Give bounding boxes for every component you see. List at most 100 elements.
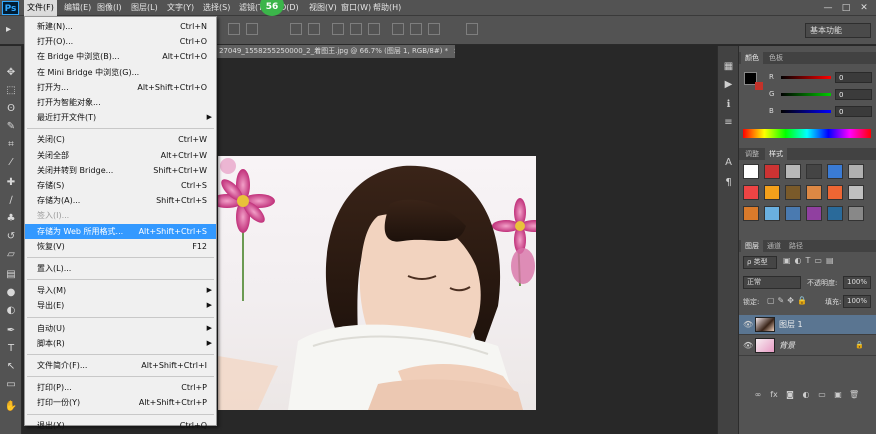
distribute-hcenter-icon[interactable] <box>410 23 422 35</box>
file-menu-item[interactable]: 脚本(R) ▶ <box>25 336 216 351</box>
style-swatch[interactable] <box>743 185 759 200</box>
distribute-bottom-icon[interactable] <box>368 23 380 35</box>
tab-paths[interactable]: 路径 <box>785 240 807 252</box>
align-vcenter-icon[interactable] <box>308 23 320 35</box>
style-swatch[interactable] <box>848 185 864 200</box>
history-brush-tool-icon[interactable]: ↺ <box>4 230 18 243</box>
file-menu-item[interactable]: 打印(P)... Ctrl+P <box>25 380 216 395</box>
eyedropper-tool-icon[interactable]: ⁄ <box>4 156 18 169</box>
hand-tool-icon[interactable]: ✋ <box>4 400 18 413</box>
marquee-tool-icon[interactable]: ⬚ <box>4 84 18 97</box>
crop-tool-icon[interactable]: ⌗ <box>4 138 18 151</box>
file-menu-item[interactable]: 导入(M) ▶ <box>25 283 216 298</box>
file-menu-item[interactable]: 文件简介(F)... Alt+Shift+Ctrl+I <box>25 358 216 373</box>
menu-9[interactable]: 窗口(W) <box>338 0 374 16</box>
paragraph-panel-icon[interactable]: ¶ <box>722 176 735 189</box>
path-select-tool-icon[interactable]: ↖ <box>4 360 18 373</box>
fill-input[interactable]: 100% <box>843 295 871 308</box>
new-layer-icon[interactable]: ▣ <box>833 390 843 400</box>
document-image[interactable] <box>218 156 536 410</box>
file-menu-item[interactable]: 新建(N)... Ctrl+N <box>25 19 216 34</box>
file-menu-item[interactable]: 签入(I)... <box>25 208 216 223</box>
file-menu-item[interactable]: 打开为智能对象... <box>25 95 216 110</box>
type-tool-icon[interactable]: T <box>4 342 18 355</box>
style-swatch[interactable] <box>785 206 801 221</box>
layer-style-icon[interactable]: fx <box>769 390 779 400</box>
actions-panel-icon[interactable]: ▶ <box>722 78 735 91</box>
lasso-tool-icon[interactable]: ʘ <box>4 102 18 115</box>
tab-color[interactable]: 颜色 <box>741 52 763 64</box>
opacity-input[interactable]: 100% <box>843 276 871 289</box>
distribute-left-icon[interactable] <box>392 23 404 35</box>
menu-4[interactable]: 文字(Y) <box>164 0 197 16</box>
distribute-right-icon[interactable] <box>428 23 440 35</box>
style-swatch[interactable] <box>848 164 864 179</box>
style-swatch[interactable] <box>806 164 822 179</box>
slider-b[interactable] <box>781 110 831 113</box>
clone-stamp-tool-icon[interactable]: ♣ <box>4 212 18 225</box>
properties-panel-icon[interactable]: ≡ <box>722 116 735 129</box>
slider-r[interactable] <box>781 76 831 79</box>
eye-icon[interactable]: 👁 <box>743 315 753 335</box>
auto-align-icon[interactable] <box>466 23 478 35</box>
link-layers-icon[interactable]: ∞ <box>753 390 763 400</box>
file-menu-item[interactable]: 置入(L)... <box>25 261 216 276</box>
eraser-tool-icon[interactable]: ▱ <box>4 248 18 261</box>
adjustment-layer-icon[interactable]: ◐ <box>801 390 811 400</box>
delete-layer-icon[interactable]: 🗑 <box>849 390 859 400</box>
shape-tool-icon[interactable]: ▭ <box>4 378 18 391</box>
document-tab-close-icon[interactable]: × <box>453 47 455 55</box>
style-swatch[interactable] <box>764 164 780 179</box>
input-b[interactable]: 0 <box>835 106 872 117</box>
maximize-button[interactable]: □ <box>838 2 854 14</box>
pen-tool-icon[interactable]: ✒ <box>4 324 18 337</box>
file-menu-item[interactable]: 在 Mini Bridge 中浏览(G)... <box>25 65 216 80</box>
file-menu-item[interactable]: 打开为... Alt+Shift+Ctrl+O <box>25 80 216 95</box>
layer-filter-icons[interactable]: ▣◐T▭▤ <box>783 256 838 265</box>
tab-adjustments[interactable]: 调整 <box>741 148 763 160</box>
file-menu-item[interactable]: 关闭(C) Ctrl+W <box>25 132 216 147</box>
move-tool-icon[interactable]: ✥ <box>4 66 18 79</box>
menu-1[interactable]: 编辑(E) <box>61 0 94 16</box>
style-swatch[interactable] <box>764 185 780 200</box>
tab-layers[interactable]: 图层 <box>741 240 763 252</box>
style-swatch[interactable] <box>848 206 864 221</box>
style-swatch[interactable] <box>806 185 822 200</box>
file-menu-item[interactable]: 自动(U) ▶ <box>25 321 216 336</box>
blend-mode-select[interactable]: 正常 <box>743 276 801 289</box>
tab-swatches[interactable]: 色板 <box>765 52 787 64</box>
align-top-icon[interactable] <box>290 23 302 35</box>
file-menu-item[interactable]: 存储(S) Ctrl+S <box>25 178 216 193</box>
file-menu-item[interactable]: 最近打开文件(T) ▶ <box>25 110 216 125</box>
file-menu-item[interactable]: 存储为(A)... Shift+Ctrl+S <box>25 193 216 208</box>
close-window-button[interactable]: ✕ <box>856 2 872 14</box>
layer-filter-select[interactable]: ρ 类型 <box>743 256 777 269</box>
character-panel-icon[interactable]: A <box>722 156 735 169</box>
style-swatch[interactable] <box>764 206 780 221</box>
workspace-select[interactable]: 基本功能 <box>805 23 871 38</box>
style-swatch[interactable] <box>785 164 801 179</box>
transform-controls-icon[interactable] <box>246 23 258 35</box>
slider-g[interactable] <box>781 93 831 96</box>
menu-3[interactable]: 图层(L) <box>128 0 161 16</box>
file-menu-item[interactable]: 打印一份(Y) Alt+Shift+Ctrl+P <box>25 395 216 410</box>
style-swatch[interactable] <box>806 206 822 221</box>
layer-mask-icon[interactable]: ◙ <box>785 390 795 400</box>
tab-channels[interactable]: 通道 <box>763 240 785 252</box>
layer-row-background[interactable]: 👁 背景 🔒 <box>739 336 876 356</box>
healing-brush-tool-icon[interactable]: ✚ <box>4 176 18 189</box>
layer-row-1[interactable]: 👁 图层 1 <box>739 315 876 335</box>
file-menu-item[interactable]: 恢复(V) F12 <box>25 239 216 254</box>
menu-8[interactable]: 视图(V) <box>306 0 340 16</box>
file-menu-item[interactable]: 关闭全部 Alt+Ctrl+W <box>25 148 216 163</box>
minimize-button[interactable]: — <box>820 2 836 14</box>
tab-styles[interactable]: 样式 <box>765 148 787 160</box>
input-r[interactable]: 0 <box>835 72 872 83</box>
menu-5[interactable]: 选择(S) <box>200 0 233 16</box>
style-swatch[interactable] <box>785 185 801 200</box>
info-panel-icon[interactable]: ℹ <box>722 98 735 111</box>
color-spectrum-ramp[interactable] <box>743 129 871 138</box>
style-swatch[interactable] <box>743 206 759 221</box>
move-tool-preset-icon[interactable]: ▸ <box>6 24 11 35</box>
eye-icon[interactable]: 👁 <box>743 336 753 356</box>
